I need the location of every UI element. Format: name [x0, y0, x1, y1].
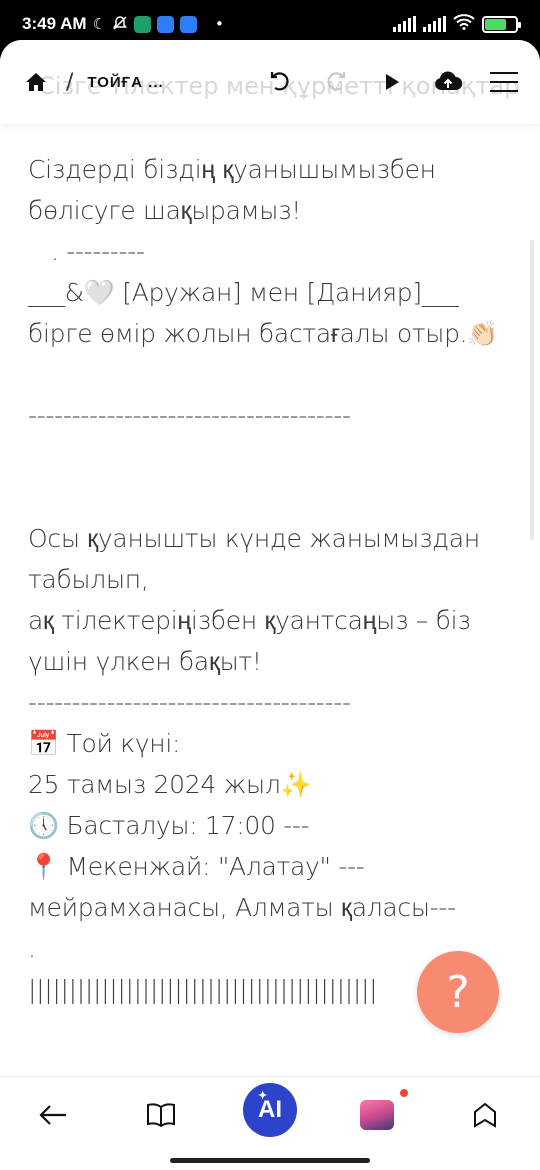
redo-button[interactable]: [320, 66, 352, 98]
menu-button[interactable]: [488, 66, 520, 98]
shield-app-icon: [134, 15, 152, 33]
sparkle-icon: ✦: [258, 1090, 268, 1102]
invitation-text-content[interactable]: Сіздерді біздің қуанышымызбен бөлісуге ша…: [0, 124, 540, 1076]
cloud-upload-icon: [435, 71, 463, 90]
upload-button[interactable]: [432, 66, 464, 98]
back-arrow-icon: [39, 1105, 66, 1125]
text-line: [28, 1051, 512, 1076]
text-line: бөлісуге шақырамыз!: [28, 196, 301, 225]
text-line: мейрамханасы, Алматы қаласы---: [28, 893, 456, 922]
undo-button[interactable]: [264, 66, 296, 98]
game-app-icon: [360, 1100, 394, 1130]
messenger-app-icon: [157, 15, 175, 33]
text-line: -------------------------------------: [28, 688, 351, 717]
notification-dot: [400, 1089, 408, 1097]
bottom-navigation: ✦ AI: [0, 1076, 540, 1170]
status-right: [393, 14, 521, 34]
text-line: үшін үлкен бақыт!: [28, 647, 262, 676]
battery-charging-icon: [482, 15, 521, 33]
ai-button[interactable]: ✦ AI: [243, 1083, 297, 1137]
toolbar-right: [264, 66, 520, 98]
game-app-button[interactable]: [351, 1089, 403, 1141]
library-button[interactable]: [135, 1089, 187, 1141]
bookmark-icon: [474, 1102, 496, 1128]
home-button[interactable]: [20, 66, 52, 98]
text-line: 25 тамыз 2024 жыл✨: [28, 770, 312, 799]
play-button[interactable]: [376, 66, 408, 98]
wifi-icon: [453, 14, 475, 34]
text-line: 🕔 Басталуы: 17:00 ---: [28, 811, 310, 840]
dot-icon: •: [215, 14, 224, 33]
text-line: ___&🤍 [Аружан] мен [Данияр]___: [28, 278, 459, 307]
bell-off-icon: [112, 15, 128, 34]
help-button[interactable]: ?: [417, 951, 499, 1033]
bookmarks-button[interactable]: [459, 1089, 511, 1141]
text-line: [28, 477, 512, 518]
text-line: бірге өмір жолын бастағалы отыр.👏🏻: [28, 319, 499, 348]
text-line: -------------------------------------: [28, 401, 351, 430]
editor-toolbar: Сізге тілектер мен құрметті қонақтар / Т…: [0, 40, 540, 124]
status-left: 3:49 AM ☾ •: [22, 14, 224, 34]
menu-icon: [490, 72, 518, 92]
back-button[interactable]: [27, 1089, 79, 1141]
breadcrumb-separator: /: [66, 69, 74, 95]
book-icon: [147, 1103, 175, 1128]
text-line: . ---------: [28, 237, 145, 266]
content-scrollbar[interactable]: [530, 240, 534, 540]
home-indicator[interactable]: [170, 1158, 370, 1163]
messenger-app-icon-2: [180, 15, 198, 33]
text-line: [28, 436, 512, 477]
status-time: 3:49 AM: [22, 14, 87, 33]
text-line: Сіздерді біздің қуанышымызбен: [28, 155, 436, 184]
play-icon: [386, 74, 399, 90]
text-line: 📍 Мекенжай: "Алатау" ---: [28, 852, 365, 881]
app-window: Сізге тілектер мен құрметті қонақтар / Т…: [0, 40, 540, 1170]
undo-icon: [270, 72, 289, 91]
redo-icon: [327, 72, 346, 91]
text-line: Осы қуанышты күнде жанымыздан: [28, 524, 480, 553]
text-line: 📅 Той күні:: [28, 729, 181, 758]
text-line: табылып,: [28, 565, 149, 594]
home-icon: [26, 73, 46, 91]
signal-icon-2: [423, 16, 446, 32]
text-line: ақ тілектеріңізбен қуантсаңыз – біз: [28, 606, 471, 635]
text-line: [28, 354, 512, 395]
signal-icon: [393, 16, 416, 32]
moon-icon: ☾: [92, 14, 107, 33]
toolbar-left: / ТОЙҒА ...: [20, 66, 164, 98]
page-title[interactable]: ТОЙҒА ...: [87, 74, 163, 91]
